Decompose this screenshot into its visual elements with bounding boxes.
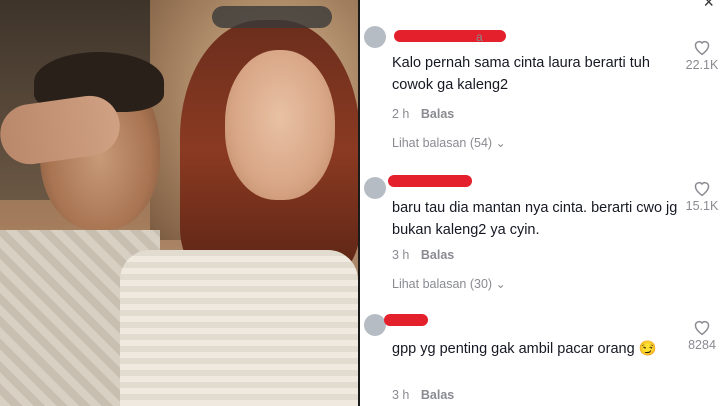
screenshot-frame: a Kalo pernah sama cinta laura berarti t… bbox=[0, 0, 722, 406]
like-count: 8284 bbox=[688, 338, 716, 352]
username-redaction bbox=[394, 30, 506, 42]
comment-meta: 3 h Balas bbox=[392, 388, 454, 402]
comment-meta: 2 h Balas bbox=[392, 107, 454, 121]
comment-item: baru tau dia mantan nya cinta. berarti c… bbox=[360, 165, 722, 300]
avatar[interactable] bbox=[364, 26, 386, 48]
like-count: 22.1K bbox=[685, 58, 719, 72]
reply-button[interactable]: Balas bbox=[421, 248, 454, 262]
comment-item: a Kalo pernah sama cinta laura berarti t… bbox=[360, 0, 722, 150]
sunglasses bbox=[212, 6, 332, 28]
heart-icon bbox=[694, 320, 710, 336]
like-count: 15.1K bbox=[685, 199, 719, 213]
reply-button[interactable]: Balas bbox=[421, 107, 454, 121]
woman-lace-top bbox=[120, 250, 358, 406]
like-button[interactable]: 22.1K bbox=[682, 38, 722, 72]
view-replies-label: Lihat balasan (54) bbox=[392, 136, 493, 150]
comment-time: 3 h bbox=[392, 248, 410, 262]
heart-icon bbox=[694, 181, 710, 197]
avatar[interactable] bbox=[364, 177, 386, 199]
close-icon[interactable]: × bbox=[703, 0, 714, 13]
avatar[interactable] bbox=[364, 314, 386, 336]
woman-face bbox=[225, 50, 335, 200]
view-replies-button[interactable]: Lihat balasan (30) ⌄ bbox=[392, 277, 506, 291]
comment-time: 3 h bbox=[392, 388, 410, 402]
comment-meta: 3 h Balas bbox=[392, 248, 454, 262]
heart-icon bbox=[694, 40, 710, 56]
couple-photo bbox=[0, 0, 358, 406]
chevron-down-icon: ⌄ bbox=[495, 277, 506, 291]
comment-text: baru tau dia mantan nya cinta. berarti c… bbox=[392, 200, 678, 238]
username-redaction bbox=[384, 314, 428, 326]
username[interactable]: a bbox=[476, 30, 483, 44]
comment-item: gpp yg penting gak ambil pacar orang 😏 3… bbox=[360, 310, 722, 406]
view-replies-button[interactable]: Lihat balasan (54) ⌄ bbox=[392, 136, 506, 150]
comment-time: 2 h bbox=[392, 107, 410, 121]
like-button[interactable]: 8284 bbox=[682, 318, 722, 352]
like-button[interactable]: 15.1K bbox=[682, 179, 722, 213]
view-replies-label: Lihat balasan (30) bbox=[392, 277, 493, 291]
comment-text: gpp yg penting gak ambil pacar orang 😏 bbox=[392, 341, 657, 357]
comment-list[interactable]: a Kalo pernah sama cinta laura berarti t… bbox=[360, 0, 722, 406]
comment-text: Kalo pernah sama cinta laura berarti tuh… bbox=[392, 55, 650, 93]
reply-button[interactable]: Balas bbox=[421, 388, 454, 402]
username-redaction bbox=[388, 175, 472, 187]
chevron-down-icon: ⌄ bbox=[495, 136, 506, 150]
